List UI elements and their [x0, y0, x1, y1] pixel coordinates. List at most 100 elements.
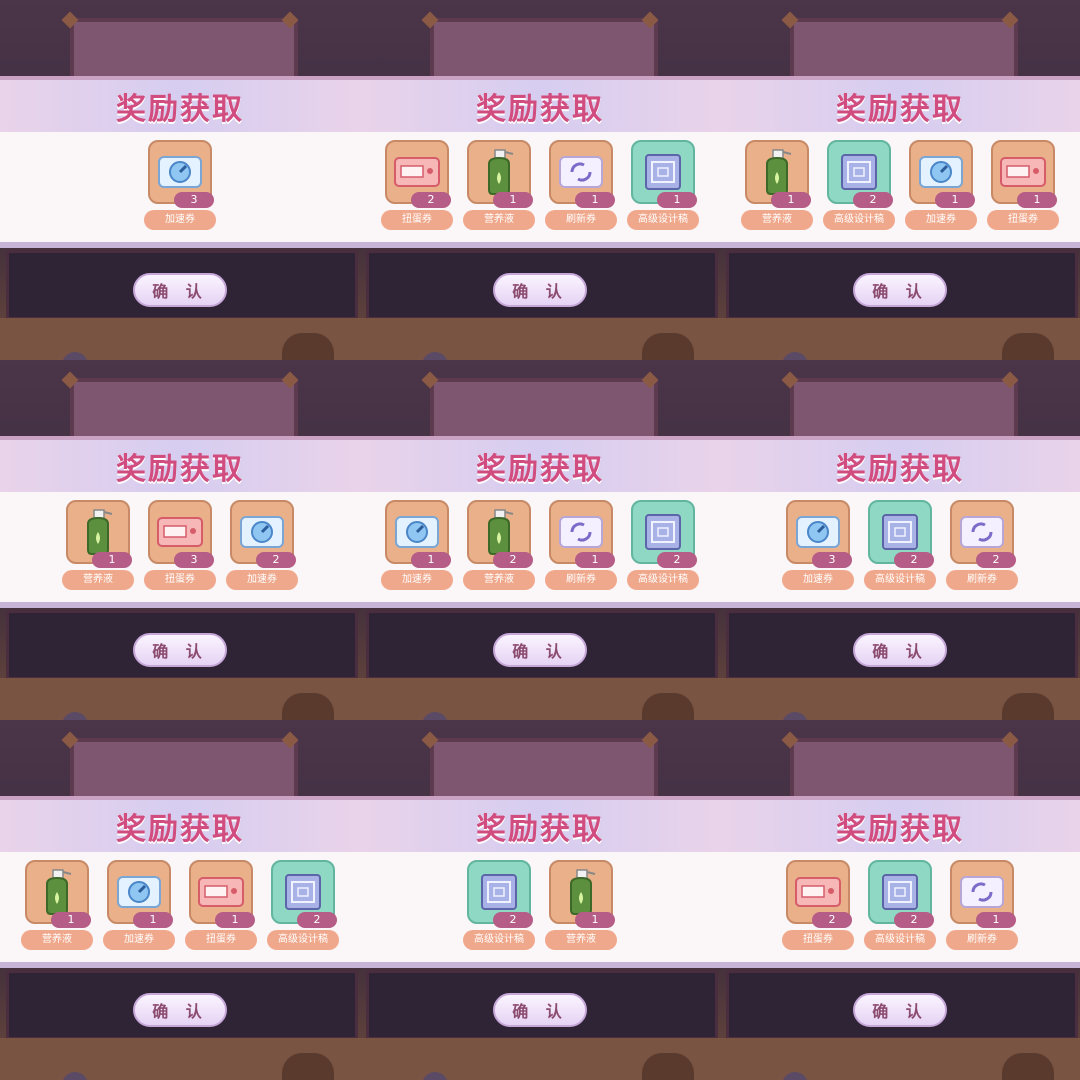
reward-tile: 1	[631, 140, 697, 208]
banner-header: 奖励获取	[0, 796, 360, 852]
reward-banner: 奖励获取 1 营养液 1 加速券 1 扭蛋券 2 高级设计稿	[0, 796, 360, 974]
reward-label: 扭蛋券	[782, 930, 854, 950]
reward-item[interactable]: 2 刷新券	[946, 500, 1018, 590]
nutrient-bottle-icon	[479, 508, 519, 556]
gacha-ticket-icon	[196, 873, 246, 911]
reward-item[interactable]: 1 营养液	[741, 140, 813, 230]
reward-label: 加速券	[905, 210, 977, 230]
banner-header: 奖励获取	[0, 76, 360, 132]
confirm-button[interactable]: 确 认	[493, 633, 587, 667]
reward-item[interactable]: 2 高级设计稿	[864, 500, 936, 590]
screen-2: 奖励获取 2 扭蛋券 1 营养液 1 刷新券 1 高级设计稿确 认	[360, 0, 720, 360]
reward-tile: 3	[148, 140, 214, 208]
chest-icon	[282, 333, 334, 360]
gacha-ticket-icon	[392, 153, 442, 191]
reward-item[interactable]: 2 营养液	[463, 500, 535, 590]
reward-item[interactable]: 1 刷新券	[946, 860, 1018, 950]
reward-banner: 奖励获取 3 加速券	[0, 76, 360, 254]
reward-list: 1 加速券 2 营养液 1 刷新券 2 高级设计稿	[360, 492, 720, 608]
reward-title: 奖励获取	[836, 92, 964, 127]
reward-label: 加速券	[226, 570, 298, 590]
reward-quantity: 1	[575, 552, 615, 568]
confirm-button[interactable]: 确 认	[853, 273, 947, 307]
reward-item[interactable]: 1 加速券	[905, 140, 977, 230]
reward-quantity: 2	[657, 552, 697, 568]
reward-tile: 1	[909, 140, 975, 208]
reward-label: 扭蛋券	[144, 570, 216, 590]
reward-item[interactable]: 1 高级设计稿	[627, 140, 699, 230]
reward-item[interactable]: 1 刷新券	[545, 500, 617, 590]
reward-banner: 奖励获取 3 加速券 2 高级设计稿 2 刷新券	[720, 436, 1080, 614]
reward-item[interactable]: 2 高级设计稿	[267, 860, 339, 950]
confirm-button[interactable]: 确 认	[133, 273, 227, 307]
reward-tile: 2	[467, 860, 533, 928]
reward-item[interactable]: 2 高级设计稿	[823, 140, 895, 230]
confirm-button[interactable]: 确 认	[133, 993, 227, 1027]
reward-quantity: 2	[493, 552, 533, 568]
reward-label: 高级设计稿	[627, 210, 699, 230]
reward-item[interactable]: 1 营养液	[62, 500, 134, 590]
reward-title: 奖励获取	[836, 812, 964, 847]
reward-tile: 2	[385, 140, 451, 208]
banner-header: 奖励获取	[0, 436, 360, 492]
banner-header: 奖励获取	[360, 796, 720, 852]
refresh-ticket-icon	[958, 512, 1006, 552]
speedup-ticket-icon	[156, 152, 204, 192]
reward-item[interactable]: 1 营养液	[21, 860, 93, 950]
reward-item[interactable]: 2 扭蛋券	[782, 860, 854, 950]
reward-item[interactable]: 1 营养液	[463, 140, 535, 230]
reward-label: 营养液	[741, 210, 813, 230]
refresh-ticket-icon	[557, 152, 605, 192]
reward-item[interactable]: 1 扭蛋券	[185, 860, 257, 950]
reward-title: 奖励获取	[116, 92, 244, 127]
gacha-ticket-icon	[998, 153, 1048, 191]
banner-header: 奖励获取	[360, 76, 720, 132]
reward-label: 刷新券	[545, 210, 617, 230]
confirm-button[interactable]: 确 认	[853, 993, 947, 1027]
confirm-button[interactable]: 确 认	[493, 273, 587, 307]
reward-quantity: 1	[657, 192, 697, 208]
reward-list: 1 营养液 1 加速券 1 扭蛋券 2 高级设计稿	[0, 852, 360, 968]
reward-item[interactable]: 1 加速券	[103, 860, 175, 950]
reward-label: 营养液	[463, 570, 535, 590]
reward-item[interactable]: 1 营养液	[545, 860, 617, 950]
reward-quantity: 1	[1017, 192, 1057, 208]
reward-label: 扭蛋券	[381, 210, 453, 230]
reward-list: 1 营养液 2 高级设计稿 1 加速券 1 扭蛋券	[720, 132, 1080, 248]
reward-item[interactable]: 3 加速券	[144, 140, 216, 230]
chest-icon	[642, 333, 694, 360]
reward-item[interactable]: 2 加速券	[226, 500, 298, 590]
confirm-button[interactable]: 确 认	[493, 993, 587, 1027]
nutrient-bottle-icon	[757, 148, 797, 196]
reward-label: 加速券	[782, 570, 854, 590]
reward-quantity: 2	[812, 912, 852, 928]
blueprint-scroll-icon	[280, 869, 326, 915]
reward-label: 高级设计稿	[823, 210, 895, 230]
reward-item[interactable]: 1 加速券	[381, 500, 453, 590]
speedup-ticket-icon	[794, 512, 842, 552]
reward-item[interactable]: 2 高级设计稿	[627, 500, 699, 590]
reward-item[interactable]: 1 扭蛋券	[987, 140, 1059, 230]
reward-tile: 1	[189, 860, 255, 928]
screenshot-grid: 奖励获取 3 加速券确 认奖励获取 2 扭蛋券 1 营养液 1 刷新券 1 高级设计稿确 认奖励获取…	[0, 0, 1080, 1080]
reward-item[interactable]: 2 扭蛋券	[381, 140, 453, 230]
reward-item[interactable]: 3 加速券	[782, 500, 854, 590]
refresh-ticket-icon	[557, 512, 605, 552]
reward-list: 2 扭蛋券 1 营养液 1 刷新券 1 高级设计稿	[360, 132, 720, 248]
screen-3: 奖励获取 1 营养液 2 高级设计稿 1 加速券 1 扭蛋券确 认	[720, 0, 1080, 360]
reward-label: 扭蛋券	[185, 930, 257, 950]
confirm-button[interactable]: 确 认	[853, 633, 947, 667]
confirm-button[interactable]: 确 认	[133, 633, 227, 667]
reward-item[interactable]: 1 刷新券	[545, 140, 617, 230]
reward-item[interactable]: 2 高级设计稿	[864, 860, 936, 950]
screen-8: 奖励获取 2 高级设计稿 1 营养液确 认	[360, 720, 720, 1080]
reward-quantity: 1	[133, 912, 173, 928]
reward-item[interactable]: 2 高级设计稿	[463, 860, 535, 950]
reward-banner: 奖励获取 1 加速券 2 营养液 1 刷新券 2 高级设计稿	[360, 436, 720, 614]
reward-banner: 奖励获取 2 扭蛋券 1 营养液 1 刷新券 1 高级设计稿	[360, 76, 720, 254]
reward-item[interactable]: 3 扭蛋券	[144, 500, 216, 590]
nutrient-bottle-icon	[561, 868, 601, 916]
reward-quantity: 2	[976, 552, 1016, 568]
screen-4: 奖励获取 1 营养液 3 扭蛋券 2 加速券确 认	[0, 360, 360, 720]
reward-label: 高级设计稿	[627, 570, 699, 590]
